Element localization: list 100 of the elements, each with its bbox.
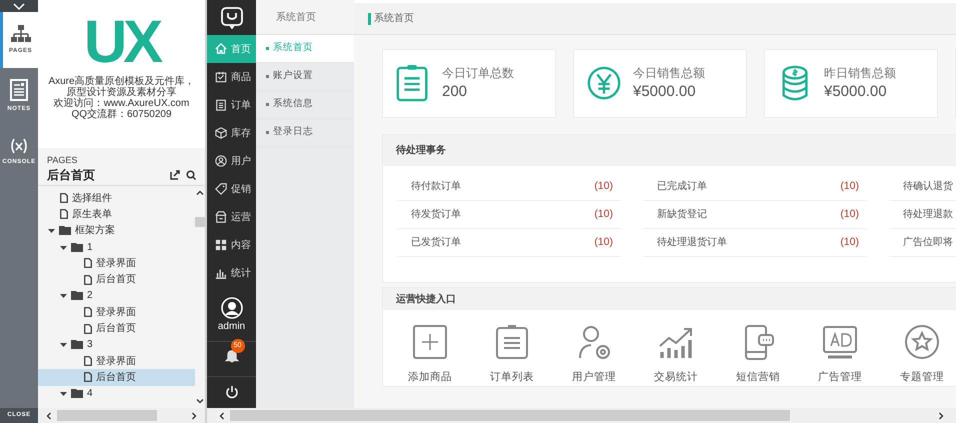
- bullet-icon: [266, 47, 269, 50]
- folder-icon: [71, 389, 83, 398]
- page-icon: [84, 258, 92, 268]
- bell-icon: [224, 349, 238, 363]
- tag-icon: [215, 183, 227, 195]
- tree-item[interactable]: 2: [38, 288, 195, 304]
- horizontal-scrollbar[interactable]: [207, 408, 956, 423]
- panel-title: 运营快捷入口: [383, 288, 956, 310]
- task-count: (10): [594, 234, 613, 250]
- task-count: (10): [594, 206, 613, 222]
- scrollbar-thumb[interactable]: [230, 410, 790, 421]
- bar-chart-icon: [215, 267, 227, 279]
- document-icon: [10, 78, 28, 100]
- grid-icon: [215, 239, 227, 251]
- task-row[interactable]: 已发货订单 (10): [397, 229, 621, 257]
- nav-item[interactable]: 促销: [207, 175, 256, 203]
- sitemap-icon: [10, 24, 30, 42]
- nav-item[interactable]: 库存: [207, 119, 256, 147]
- shortcut-button[interactable]: 专题管理: [881, 324, 956, 386]
- page-icon: [84, 274, 92, 285]
- task-label: 待发货订单: [411, 208, 461, 222]
- tree-item[interactable]: 4: [38, 386, 195, 402]
- tree-item[interactable]: 登录界面: [38, 304, 195, 320]
- power-icon: [224, 385, 238, 399]
- tree-item[interactable]: 框架方案: [38, 222, 195, 239]
- accent-bar: [368, 12, 371, 24]
- task-row[interactable]: 已完成订单 (10): [643, 173, 867, 201]
- task-label: 已完成订单: [657, 180, 707, 194]
- tree-item[interactable]: 3: [38, 336, 195, 353]
- nav-item[interactable]: 统计: [207, 259, 256, 287]
- task-row[interactable]: 待付款订单 (10): [397, 173, 621, 201]
- chevron-right-icon: [192, 412, 197, 420]
- shortcut-button[interactable]: 广告管理: [799, 324, 881, 386]
- tree-item[interactable]: 后台首页: [38, 320, 195, 337]
- nav-item[interactable]: 内容: [207, 231, 256, 259]
- nav-item[interactable]: 运营: [207, 203, 256, 231]
- current-page-title: 后台首页: [47, 167, 95, 184]
- chevron-right-icon: [939, 412, 944, 420]
- task-row[interactable]: 待发货订单 (10): [397, 201, 621, 229]
- shortcut-button[interactable]: 添加商品: [389, 324, 471, 386]
- panel-heading: PAGES: [47, 154, 78, 166]
- shortcut-button[interactable]: 订单列表: [471, 324, 553, 386]
- variable-icon: [9, 138, 29, 154]
- task-label: 广告位即将: [903, 236, 953, 250]
- description-text: QQ交流群：60750209: [70, 109, 173, 120]
- nav-item[interactable]: 用户: [207, 147, 256, 175]
- task-row[interactable]: 待处理退货订单 (10): [643, 229, 867, 257]
- stat-label: 今日订单总数: [442, 64, 514, 80]
- stat-label: 今日销售总额: [633, 64, 705, 80]
- folder-icon: [71, 242, 83, 252]
- tree-item[interactable]: 后台首页: [38, 271, 195, 288]
- task-label: 待处理退货订单: [657, 236, 727, 250]
- task-count: (10): [840, 234, 859, 250]
- username: admin: [218, 320, 246, 334]
- task-count: (10): [594, 178, 613, 194]
- task-row[interactable]: 新缺货登记 (10): [643, 201, 867, 229]
- logo-icon: [220, 6, 242, 28]
- task-row[interactable]: 广告位即将: [889, 229, 956, 257]
- cube-icon: [215, 127, 227, 139]
- tree-item[interactable]: 1: [38, 238, 195, 256]
- shortcut-button[interactable]: 用户管理: [553, 324, 635, 386]
- task-label: 待确认退货: [903, 180, 953, 194]
- folder-icon: [59, 226, 71, 236]
- nav-item[interactable]: 订单: [207, 91, 256, 119]
- shortcut-button[interactable]: 短信营销: [717, 324, 799, 386]
- page-icon: [84, 356, 92, 366]
- chevron-down-icon: [196, 399, 204, 404]
- monitor-icon: [822, 324, 858, 360]
- page-icon: [84, 324, 92, 334]
- tree-item[interactable]: 后台首页: [38, 369, 195, 386]
- breadcrumb: 系统首页: [374, 12, 414, 26]
- page-icon: [60, 193, 68, 204]
- scrollbar-thumb[interactable]: [195, 217, 205, 227]
- stat-value: ¥5000.00: [633, 82, 697, 102]
- tree-item[interactable]: 登录界面: [38, 255, 195, 272]
- description-text: 欢迎访问：www.AxureUX.com: [52, 98, 190, 109]
- shortcut-button[interactable]: 交易统计: [635, 324, 717, 386]
- bullet-icon: [266, 75, 269, 78]
- home-icon: [215, 43, 227, 55]
- user-icon: [215, 155, 227, 167]
- scrollbar-thumb[interactable]: [57, 410, 157, 421]
- bullet-icon: [266, 103, 269, 106]
- task-label: 已发货订单: [411, 236, 461, 250]
- task-count: (10): [840, 178, 859, 194]
- tree-item[interactable]: 原生表单: [38, 206, 195, 223]
- task-row[interactable]: 待处理退款: [889, 201, 956, 229]
- user-gear-icon: [576, 324, 612, 360]
- logo: UX: [84, 14, 160, 70]
- nav-item[interactable]: 商品: [207, 63, 256, 91]
- task-row[interactable]: 待确认退货: [889, 173, 956, 201]
- tree-item[interactable]: 登录界面: [38, 352, 195, 370]
- task-label: 待付款订单: [411, 180, 461, 194]
- stat-value: 200: [442, 82, 468, 102]
- panel-title: 待处理事务: [383, 135, 956, 166]
- submenu-title: 系统首页: [256, 0, 354, 35]
- tree-item[interactable]: 选择组件: [38, 190, 195, 206]
- plus-icon: [412, 324, 448, 360]
- clipboard-icon: [215, 99, 227, 111]
- clipboard-icon: [494, 324, 530, 360]
- stat-label: 昨日销售总额: [824, 64, 896, 80]
